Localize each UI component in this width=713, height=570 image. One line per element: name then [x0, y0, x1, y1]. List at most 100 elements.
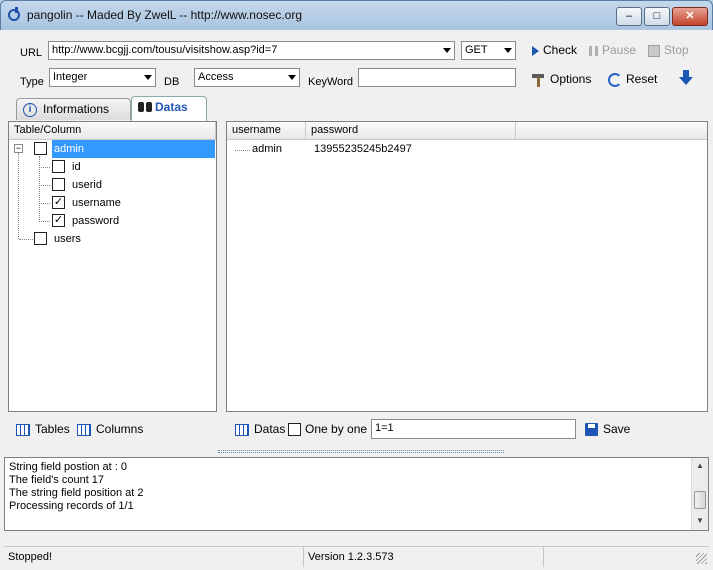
close-button[interactable]: ✕ — [672, 7, 708, 26]
checkbox[interactable] — [288, 423, 301, 437]
tree-column-label: userid — [72, 179, 102, 191]
options-button[interactable]: Options — [532, 69, 591, 89]
tree-table-label: users — [54, 233, 81, 245]
tree-column-label: password — [72, 215, 120, 227]
reset-label: Reset — [626, 72, 658, 86]
title-bar[interactable]: pangolin -- Maded By ZwelL -- http://www… — [1, 1, 712, 31]
tree-column-password[interactable]: ✓ password — [49, 212, 209, 230]
scroll-thumb[interactable] — [694, 491, 706, 509]
scroll-up-icon[interactable]: ▲ — [692, 458, 708, 474]
log-output[interactable]: String field postion at : 0 The field's … — [4, 457, 709, 531]
options-label: Options — [550, 72, 592, 86]
status-bar: Stopped! Version 1.2.3.573 — [4, 546, 709, 567]
column-header-password[interactable]: password — [306, 122, 516, 140]
collapse-icon[interactable]: − — [14, 144, 23, 153]
tree-table-admin[interactable]: admin — [29, 140, 215, 158]
info-icon: i — [23, 102, 37, 117]
datas-button[interactable]: Datas — [235, 416, 285, 442]
url-label: URL — [20, 47, 43, 59]
db-select[interactable]: Access — [194, 68, 300, 87]
condition-input[interactable]: 1=1 — [371, 419, 576, 439]
tree-panel[interactable]: Table/Column − admin id userid ✓ usernam… — [8, 121, 217, 412]
checkbox[interactable] — [34, 142, 47, 155]
horizontal-splitter[interactable] — [8, 447, 708, 456]
tab-informations-label: Informations — [43, 102, 110, 116]
datas-icon — [235, 423, 249, 436]
tree-table-users[interactable]: users — [29, 230, 189, 248]
one-by-one-checkbox[interactable]: One by one — [288, 416, 367, 442]
stop-label: Stop — [664, 43, 689, 57]
resize-grip[interactable] — [696, 553, 707, 564]
chevron-down-icon[interactable] — [504, 48, 512, 53]
tree-line — [18, 153, 19, 239]
chevron-down-icon[interactable] — [288, 75, 296, 80]
db-label: DB — [164, 76, 180, 88]
checkbox-checked[interactable]: ✓ — [52, 214, 65, 227]
tree-header[interactable]: Table/Column — [9, 122, 216, 140]
check-label: Check — [543, 43, 578, 57]
check-button[interactable]: Check — [532, 40, 577, 60]
save-button[interactable]: Save — [585, 416, 630, 442]
log-line: The string field position at 2 — [9, 487, 144, 499]
table-row[interactable]: admin 13955235245b2497 — [227, 140, 707, 158]
checkbox[interactable] — [52, 160, 65, 173]
checkbox-checked[interactable]: ✓ — [52, 196, 65, 209]
checkbox[interactable] — [34, 232, 47, 245]
column-header-filler — [516, 122, 707, 140]
cell-password: 13955235245b2497 — [314, 143, 412, 155]
method-select[interactable]: GET — [461, 41, 516, 60]
tab-informations[interactable]: i Informations — [16, 98, 131, 120]
status-text: Stopped! — [4, 547, 304, 567]
chevron-down-icon[interactable] — [144, 75, 152, 80]
log-line: String field postion at : 0 — [9, 461, 128, 473]
checkbox[interactable] — [52, 178, 65, 191]
log-scrollbar[interactable]: ▲ ▼ — [691, 458, 708, 530]
tree-column-username[interactable]: ✓ username — [49, 194, 209, 212]
type-select[interactable]: Integer — [49, 68, 156, 87]
pause-icon — [589, 45, 598, 56]
tree-line — [39, 156, 40, 222]
tables-icon — [16, 423, 30, 436]
method-value: GET — [465, 44, 488, 56]
type-value: Integer — [53, 71, 88, 83]
url-input[interactable]: http://www.bcgjj.com/tousu/visitshow.asp… — [48, 41, 455, 60]
tree-table-label: admin — [52, 140, 215, 158]
column-header-username[interactable]: username — [227, 122, 306, 140]
url-value: http://www.bcgjj.com/tousu/visitshow.asp… — [52, 44, 278, 56]
columns-icon — [77, 423, 91, 436]
tables-label: Tables — [35, 422, 70, 436]
tables-button[interactable]: Tables — [16, 416, 70, 442]
keyword-label: KeyWord — [308, 76, 354, 88]
chevron-down-icon[interactable] — [443, 48, 451, 53]
tree-column-id[interactable]: id — [49, 158, 209, 176]
results-grid[interactable]: username password admin 13955235245b2497 — [226, 121, 708, 412]
tree-column-userid[interactable]: userid — [49, 176, 209, 194]
scroll-down-icon[interactable]: ▼ — [692, 513, 708, 529]
hammer-icon — [532, 73, 546, 87]
tab-datas[interactable]: Datas — [131, 96, 207, 121]
pause-label: Pause — [602, 43, 637, 57]
datas-label: Datas — [254, 422, 286, 436]
pause-button[interactable]: Pause — [589, 40, 636, 60]
splitter-grip — [218, 450, 504, 453]
play-icon — [532, 45, 539, 56]
vertical-splitter[interactable] — [217, 121, 226, 412]
minimize-button[interactable]: – — [616, 7, 642, 26]
maximize-button[interactable]: □ — [644, 7, 670, 26]
one-by-one-label: One by one — [305, 422, 368, 436]
stop-icon — [648, 44, 660, 57]
save-icon — [585, 423, 598, 437]
cell-username: admin — [252, 143, 282, 155]
arrow-down-icon[interactable] — [679, 70, 693, 86]
db-value: Access — [198, 71, 234, 83]
version-text: Version 1.2.3.573 — [304, 547, 544, 567]
columns-button[interactable]: Columns — [77, 416, 143, 442]
save-label: Save — [603, 422, 631, 436]
reset-icon — [608, 72, 622, 87]
stop-button[interactable]: Stop — [648, 40, 689, 60]
reset-button[interactable]: Reset — [608, 69, 657, 89]
tab-datas-label: Datas — [155, 100, 188, 114]
tree-column-label: username — [72, 197, 121, 209]
keyword-input[interactable] — [358, 68, 516, 87]
type-label: Type — [20, 76, 44, 88]
